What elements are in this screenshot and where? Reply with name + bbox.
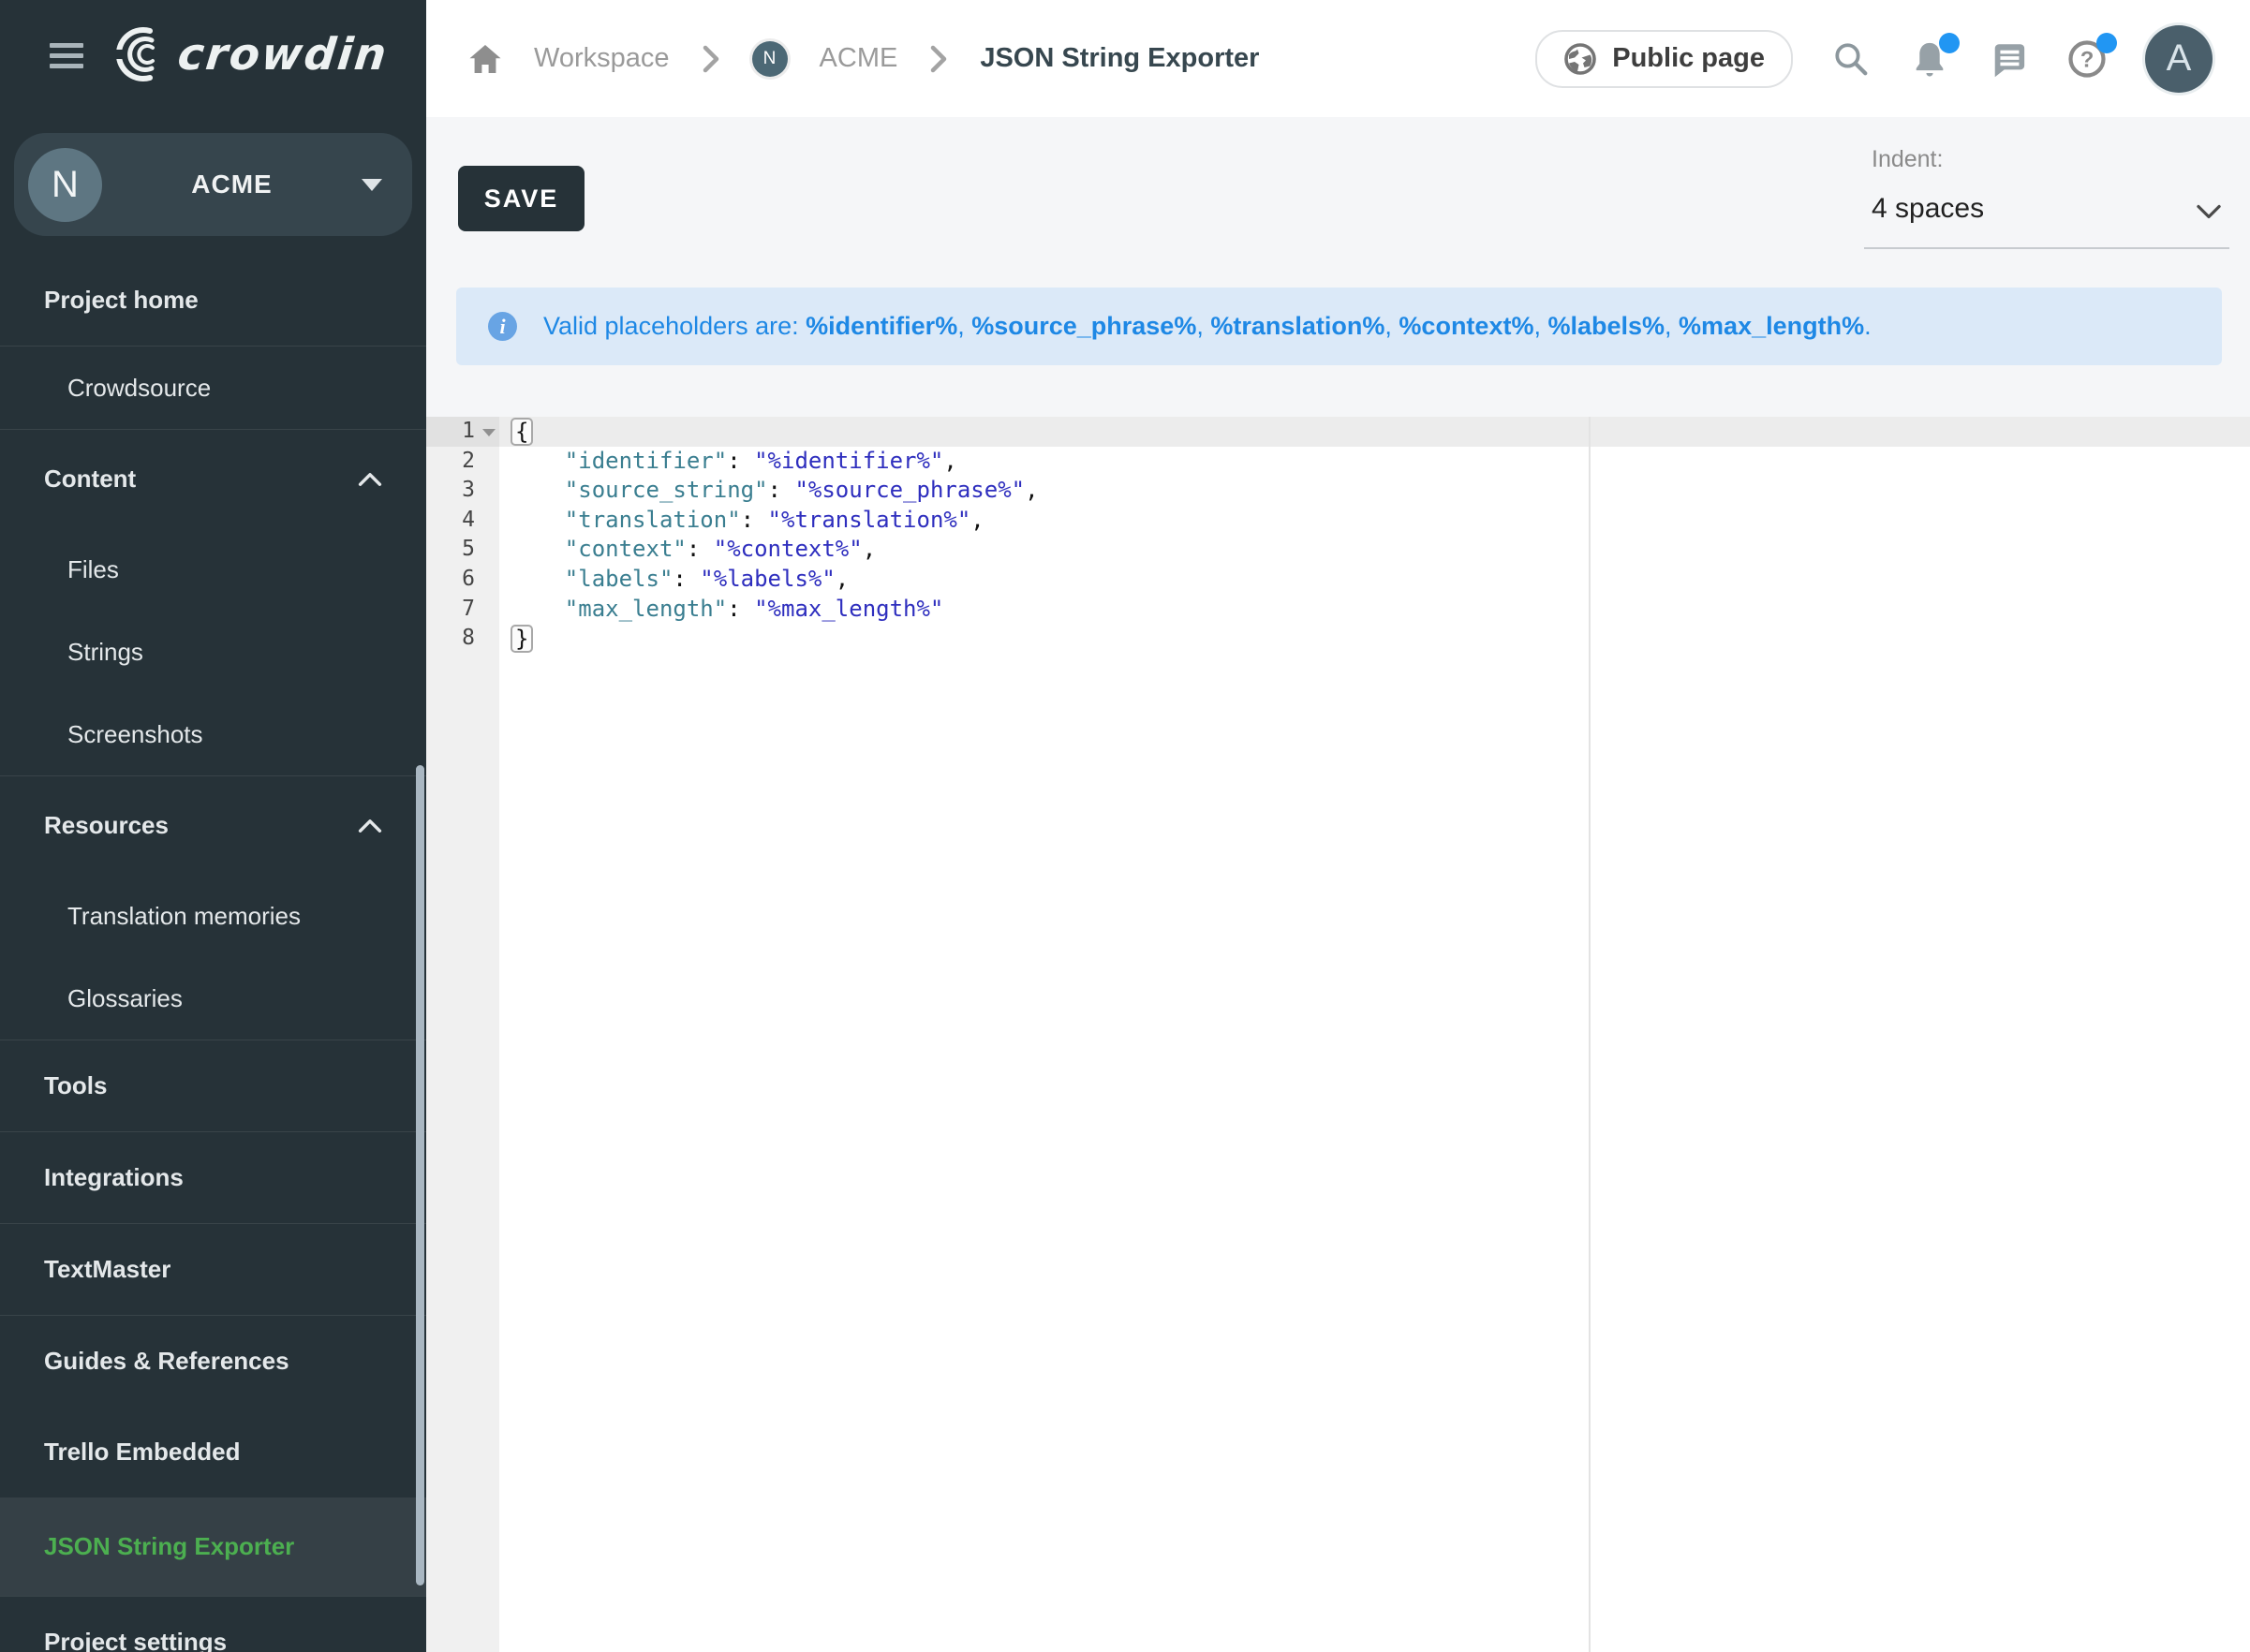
chevron-up-icon <box>358 819 382 833</box>
sidebar-item-label: Strings <box>0 638 143 667</box>
sidebar-item-textmaster[interactable]: TextMaster <box>0 1223 426 1315</box>
hamburger-menu-icon[interactable] <box>50 43 83 69</box>
header: Workspace N ACME JSON String Exporter <box>426 0 2250 117</box>
header-actions: Public page <box>1535 25 2213 93</box>
svg-text:?: ? <box>2080 47 2095 72</box>
sidebar-item-label: Guides & References <box>0 1347 289 1376</box>
save-button[interactable]: SAVE <box>458 166 585 231</box>
search-button[interactable] <box>1830 38 1872 80</box>
breadcrumb-workspace[interactable]: Workspace <box>534 43 670 74</box>
sidebar-item-files[interactable]: Files <box>0 528 426 611</box>
code-line-7: "max_length": "%max_length%" <box>499 595 2250 625</box>
code-line-4: "translation": "%translation%", <box>499 506 2250 536</box>
sidebar-item-trello-embedded[interactable]: Trello Embedded <box>0 1407 426 1497</box>
crowdin-logo[interactable]: crowdin <box>112 26 388 82</box>
caret-down-icon <box>362 179 382 191</box>
indent-label: Indent: <box>1872 146 1943 173</box>
gutter-line-number[interactable]: 5 <box>426 535 499 565</box>
home-icon[interactable] <box>468 43 502 75</box>
fold-caret-icon[interactable] <box>482 429 496 436</box>
editor-gutter: 12345678 <box>426 417 499 1652</box>
gutter-line-number[interactable]: 7 <box>426 595 499 625</box>
project-name: ACME <box>102 170 362 199</box>
sidebar-item-translation-memories[interactable]: Translation memories <box>0 875 426 957</box>
gutter-line-number[interactable]: 6 <box>426 565 499 595</box>
sidebar-item-json-string-exporter[interactable]: JSON String Exporter <box>0 1497 426 1596</box>
sidebar: N ACME Project home Crowdsource Content Fil… <box>0 117 426 1652</box>
sidebar-item-integrations[interactable]: Integrations <box>0 1131 426 1223</box>
chevron-down-icon <box>2196 204 2222 219</box>
code-line-6: "labels": "%labels%", <box>499 565 2250 595</box>
code-line-3: "source_string": "%source_phrase%", <box>499 476 2250 506</box>
user-avatar[interactable]: A <box>2145 25 2213 93</box>
breadcrumb-project[interactable]: ACME <box>820 43 898 74</box>
gutter-line-number[interactable]: 3 <box>426 476 499 506</box>
sidebar-item-tools[interactable]: Tools <box>0 1040 426 1131</box>
chevron-right-icon <box>702 45 720 73</box>
gutter-line-number[interactable]: 2 <box>426 447 499 477</box>
sidebar-item-label: JSON String Exporter <box>0 1532 294 1561</box>
sidebar-item-project-settings[interactable]: Project settings <box>0 1596 426 1652</box>
sidebar-item-strings[interactable]: Strings <box>0 611 426 693</box>
notifications-button[interactable] <box>1909 38 1950 80</box>
sidebar-item-label: Project home <box>0 286 199 315</box>
gutter-line-number[interactable]: 8 <box>426 624 499 654</box>
topbar-left: crowdin <box>0 0 426 117</box>
sidebar-item-label: Resources <box>0 811 169 840</box>
sidebar-item-project-home[interactable]: Project home <box>0 255 426 346</box>
sidebar-item-screenshots[interactable]: Screenshots <box>0 693 426 775</box>
sidebar-item-label: Translation memories <box>0 902 301 931</box>
page-title: JSON String Exporter <box>980 43 1259 74</box>
gutter-line-number[interactable]: 4 <box>426 506 499 536</box>
code-line-1: { <box>499 417 2250 447</box>
sidebar-item-label: Project settings <box>0 1628 227 1652</box>
sidebar-menu: Project home Crowdsource Content Files Strin… <box>0 255 426 1652</box>
sidebar-item-resources[interactable]: Resources <box>0 775 426 875</box>
crowdin-wordmark: crowdin <box>175 29 391 81</box>
info-banner: i Valid placeholders are: %identifier%, … <box>456 288 2222 365</box>
sidebar-item-label: TextMaster <box>0 1255 170 1284</box>
main-content: SAVE Indent: 4 spaces i Valid placeholde… <box>426 117 2250 1652</box>
sidebar-item-guides-references[interactable]: Guides & References <box>0 1315 426 1407</box>
app-root: crowdin Workspace N ACME JSON String Exp… <box>0 0 2250 1652</box>
code-editor[interactable]: 12345678 { "identifier": "%identifier%",… <box>426 417 2250 1652</box>
info-icon: i <box>488 312 517 341</box>
chevron-up-icon <box>358 472 382 486</box>
code-line-2: "identifier": "%identifier%", <box>499 447 2250 477</box>
sidebar-item-content[interactable]: Content <box>0 429 426 528</box>
breadcrumb: Workspace N ACME JSON String Exporter <box>426 41 1259 77</box>
sidebar-item-label: Glossaries <box>0 984 183 1013</box>
sidebar-item-label: Tools <box>0 1071 107 1100</box>
sidebar-item-label: Files <box>0 555 119 584</box>
project-avatar: N <box>28 148 102 222</box>
sidebar-item-label: Integrations <box>0 1163 184 1192</box>
project-badge[interactable]: N <box>752 41 788 77</box>
notification-badge-dot <box>1939 33 1960 53</box>
info-banner-text: Valid placeholders are: %identifier%, %s… <box>543 312 1872 341</box>
public-page-button[interactable]: Public page <box>1535 30 1793 88</box>
editor-code-area[interactable]: { "identifier": "%identifier%", "source_… <box>499 417 2250 1652</box>
project-selector[interactable]: N ACME <box>14 133 412 236</box>
messages-button[interactable] <box>1988 38 2029 80</box>
sidebar-item-label: Content <box>0 465 136 494</box>
help-badge-dot <box>2096 33 2117 53</box>
public-page-label: Public page <box>1612 43 1765 74</box>
code-line-5: "context": "%context%", <box>499 535 2250 565</box>
help-button[interactable]: ? <box>2066 38 2108 80</box>
gutter-line-number[interactable]: 1 <box>426 417 499 447</box>
chevron-right-icon <box>929 45 948 73</box>
sidebar-item-label: Crowdsource <box>0 374 211 403</box>
indent-value: 4 spaces <box>1872 193 1984 225</box>
sidebar-item-label: Screenshots <box>0 720 203 749</box>
sidebar-item-label: Trello Embedded <box>0 1438 241 1467</box>
sidebar-scrollbar[interactable] <box>416 765 424 1586</box>
sidebar-item-crowdsource[interactable]: Crowdsource <box>0 346 426 429</box>
indent-select[interactable]: Indent: 4 spaces <box>1864 140 2229 249</box>
code-line-8: } <box>499 624 2250 654</box>
sidebar-item-glossaries[interactable]: Glossaries <box>0 957 426 1040</box>
globe-icon <box>1563 42 1597 76</box>
crowdin-bird-icon <box>112 26 170 82</box>
